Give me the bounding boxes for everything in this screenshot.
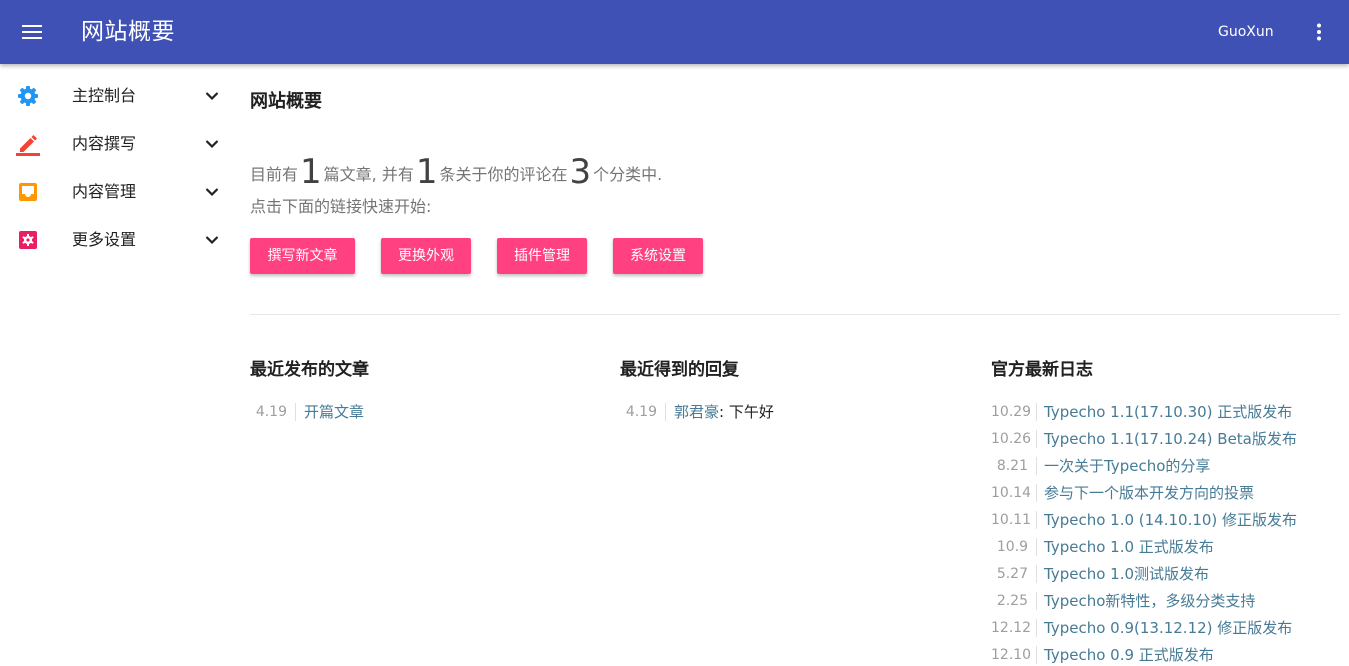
entry-date: 12.10 bbox=[991, 647, 1032, 663]
comment-count: 1 bbox=[415, 152, 438, 192]
sidebar: 主控制台 内容撰写 内容管理 更多设置 bbox=[0, 64, 236, 655]
log-link[interactable]: Typecho 1.1(17.10.24) Beta版发布 bbox=[1044, 428, 1297, 450]
entry-date: 5.27 bbox=[996, 566, 1028, 582]
summary-text: 篇文章, 并有 bbox=[323, 165, 414, 184]
sidebar-item-label: 主控制台 bbox=[72, 86, 137, 105]
entry-separator bbox=[1036, 646, 1037, 664]
log-link[interactable]: Typecho 0.9 正式版发布 bbox=[1044, 644, 1214, 666]
app-bar-title: 网站概要 bbox=[81, 19, 175, 45]
chevron-down-icon bbox=[205, 188, 219, 197]
entry-date: 8.21 bbox=[996, 458, 1028, 474]
entry-date: 10.26 bbox=[991, 431, 1032, 447]
log-link[interactable]: 一次关于Typecho的分享 bbox=[1044, 455, 1210, 477]
section-divider bbox=[250, 314, 1340, 315]
chevron-down-icon bbox=[205, 140, 219, 149]
log-item: 10.14 参与下一个版本开发方向的投票 bbox=[991, 482, 1341, 504]
log-item: 12.12 Typecho 0.9(13.12.12) 修正版发布 bbox=[991, 617, 1341, 639]
official-logs-title: 官方最新日志 bbox=[991, 360, 1093, 380]
log-item: 12.10 Typecho 0.9 正式版发布 bbox=[991, 644, 1341, 666]
list-item: 4.19 郭君豪: 下午好 bbox=[620, 401, 960, 423]
pencil-icon bbox=[16, 135, 40, 156]
menu-button[interactable] bbox=[12, 12, 52, 52]
entry-separator bbox=[1036, 430, 1037, 448]
log-item: 2.25 Typecho新特性，多级分类支持 bbox=[991, 590, 1341, 612]
log-item: 5.27 Typecho 1.0测试版发布 bbox=[991, 563, 1341, 585]
list-item: 4.19 开篇文章 bbox=[250, 401, 590, 423]
log-link[interactable]: Typecho 1.0测试版发布 bbox=[1044, 563, 1209, 585]
post-count: 1 bbox=[300, 152, 322, 192]
log-item: 8.21 一次关于Typecho的分享 bbox=[991, 455, 1341, 477]
category-count: 3 bbox=[569, 152, 592, 192]
reply-text: : 下午好 bbox=[719, 403, 774, 421]
reply-author-link[interactable]: 郭君豪 bbox=[674, 403, 719, 421]
entry-separator bbox=[1036, 511, 1037, 529]
recent-replies-title: 最近得到的回复 bbox=[620, 360, 739, 380]
page-title: 网站概要 bbox=[250, 91, 322, 112]
sidebar-item-label: 更多设置 bbox=[72, 230, 137, 249]
entry-date: 4.19 bbox=[255, 404, 287, 420]
recent-posts-title: 最近发布的文章 bbox=[250, 360, 369, 380]
settings-box-icon bbox=[19, 231, 37, 249]
entry-date: 10.9 bbox=[996, 539, 1028, 555]
entry-separator bbox=[1036, 592, 1037, 610]
log-item: 10.9 Typecho 1.0 正式版发布 bbox=[991, 536, 1341, 558]
log-link[interactable]: Typecho新特性，多级分类支持 bbox=[1044, 590, 1255, 612]
log-link[interactable]: Typecho 0.9(13.12.12) 修正版发布 bbox=[1044, 617, 1292, 639]
app-bar: 网站概要 GuoXun bbox=[0, 0, 1349, 64]
change-theme-button[interactable]: 更换外观 bbox=[381, 238, 471, 274]
entry-separator bbox=[1036, 565, 1037, 583]
entry-separator bbox=[295, 403, 296, 421]
chevron-down-icon bbox=[205, 92, 219, 101]
log-item: 10.26 Typecho 1.1(17.10.24) Beta版发布 bbox=[991, 428, 1341, 450]
reply-entry: 郭君豪: 下午好 bbox=[674, 401, 774, 423]
gear-icon bbox=[18, 86, 38, 106]
log-link[interactable]: 参与下一个版本开发方向的投票 bbox=[1044, 482, 1254, 504]
summary-text: 目前有 bbox=[250, 165, 299, 184]
user-name-link[interactable]: GuoXun bbox=[1218, 22, 1274, 42]
entry-separator bbox=[1036, 619, 1037, 637]
summary-text: 个分类中. bbox=[593, 165, 663, 184]
sidebar-item-settings[interactable]: 更多设置 bbox=[0, 216, 236, 264]
log-item: 10.11 Typecho 1.0 (14.10.10) 修正版发布 bbox=[991, 509, 1341, 531]
post-link[interactable]: 开篇文章 bbox=[304, 401, 364, 423]
summary-text: 条关于你的评论在 bbox=[439, 165, 568, 184]
sidebar-item-write[interactable]: 内容撰写 bbox=[0, 120, 236, 168]
entry-date: 10.11 bbox=[991, 512, 1032, 528]
inbox-icon bbox=[19, 183, 37, 201]
more-vert-icon bbox=[1317, 23, 1321, 41]
chevron-down-icon bbox=[205, 236, 219, 245]
entry-separator bbox=[1036, 403, 1037, 421]
system-settings-button[interactable]: 系统设置 bbox=[613, 238, 703, 274]
entry-date: 10.14 bbox=[991, 485, 1032, 501]
more-options-button[interactable] bbox=[1303, 16, 1335, 48]
log-link[interactable]: Typecho 1.0 正式版发布 bbox=[1044, 536, 1214, 558]
site-summary: 目前有1 篇文章, 并有1 条关于你的评论在3 个分类中. bbox=[250, 152, 662, 195]
entry-date: 4.19 bbox=[625, 404, 657, 420]
quick-start-hint: 点击下面的链接快速开始: bbox=[250, 197, 432, 216]
log-item: 10.29 Typecho 1.1(17.10.30) 正式版发布 bbox=[991, 401, 1341, 423]
plugin-manage-button[interactable]: 插件管理 bbox=[497, 238, 587, 274]
log-link[interactable]: Typecho 1.0 (14.10.10) 修正版发布 bbox=[1044, 509, 1297, 531]
entry-date: 10.29 bbox=[991, 404, 1032, 420]
entry-separator bbox=[1036, 538, 1037, 556]
sidebar-item-manage[interactable]: 内容管理 bbox=[0, 168, 236, 216]
entry-date: 12.12 bbox=[991, 620, 1032, 636]
entry-date: 2.25 bbox=[996, 593, 1028, 609]
sidebar-item-label: 内容撰写 bbox=[72, 134, 137, 153]
entry-separator bbox=[1036, 484, 1037, 502]
menu-icon bbox=[22, 25, 42, 39]
entry-separator bbox=[665, 403, 666, 421]
entry-separator bbox=[1036, 457, 1037, 475]
sidebar-item-label: 内容管理 bbox=[72, 182, 137, 201]
write-post-button[interactable]: 撰写新文章 bbox=[250, 238, 355, 274]
sidebar-item-dashboard[interactable]: 主控制台 bbox=[0, 72, 236, 120]
log-link[interactable]: Typecho 1.1(17.10.30) 正式版发布 bbox=[1044, 401, 1292, 423]
